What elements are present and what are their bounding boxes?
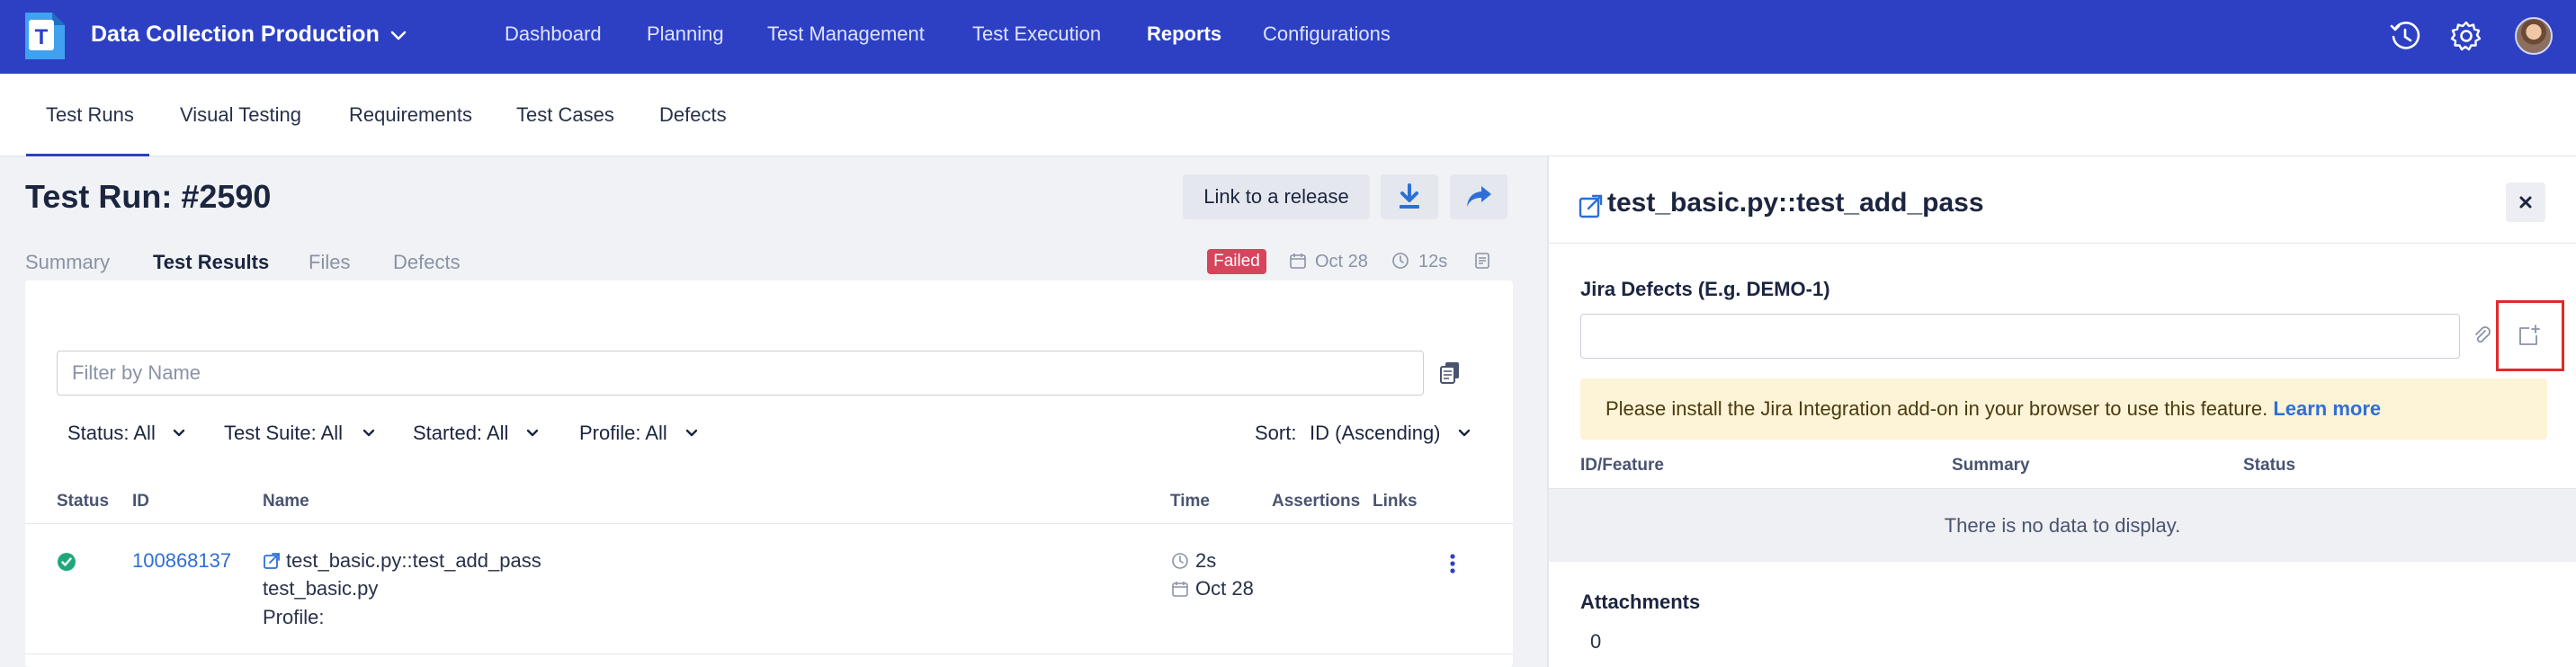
sort-dropdown[interactable]: ID (Ascending) [1310, 419, 1441, 448]
nav-configurations[interactable]: Configurations [1263, 20, 1391, 49]
started-filter[interactable]: Started: All [413, 419, 508, 448]
nav-test-management[interactable]: Test Management [767, 20, 925, 49]
project-name[interactable]: Data Collection Production [91, 20, 380, 49]
result-name[interactable]: test_basic.py::test_add_pass [286, 547, 541, 574]
clock-icon [1172, 553, 1188, 569]
tab-test-runs[interactable]: Test Runs [46, 101, 134, 129]
share-icon [1467, 186, 1491, 207]
detail-title: test_basic.py::test_add_pass [1607, 188, 1984, 218]
divider [1549, 243, 2576, 244]
gear-icon[interactable] [2449, 19, 2483, 53]
share-button[interactable] [1450, 174, 1507, 219]
column-header-name[interactable]: Name [263, 490, 309, 513]
jira-defects-label: Jira Defects (E.g. DEMO-1) [1580, 278, 1830, 300]
empty-state: There is no data to display. [1549, 488, 2576, 562]
column-header-links[interactable]: Links [1373, 490, 1418, 513]
calendar-icon [1290, 253, 1306, 269]
close-button[interactable] [2506, 182, 2545, 222]
tab-visual-testing[interactable]: Visual Testing [180, 101, 301, 129]
jira-addon-warning: Please install the Jira Integration add-… [1580, 378, 2547, 440]
download-icon [1400, 183, 1419, 209]
external-link-icon[interactable] [263, 552, 281, 570]
history-icon[interactable] [2388, 19, 2422, 53]
run-duration: 12s [1418, 252, 1448, 271]
nav-dashboard[interactable]: Dashboard [505, 20, 602, 49]
result-id-link[interactable]: 100868137 [132, 547, 231, 574]
copy-icon[interactable] [1437, 360, 1462, 385]
attachments-label: Attachments [1580, 591, 1701, 613]
learn-more-link[interactable]: Learn more [2273, 397, 2381, 420]
column-header-assertions[interactable]: Assertions [1272, 490, 1360, 513]
status-filter[interactable]: Status: All [67, 419, 156, 448]
more-options-icon[interactable] [1446, 551, 1459, 576]
svg-text:T: T [35, 25, 49, 49]
tab-requirements[interactable]: Requirements [349, 101, 472, 129]
nav-reports[interactable]: Reports [1147, 20, 1221, 49]
download-button[interactable] [1381, 174, 1438, 219]
chevron-down-icon[interactable] [172, 426, 186, 440]
test-suite-filter[interactable]: Test Suite: All [224, 419, 343, 448]
external-link-icon[interactable] [1579, 193, 1604, 218]
jira-defects-input[interactable] [1580, 314, 2460, 359]
divider [25, 523, 1513, 524]
tab-test-results[interactable]: Test Results [153, 248, 269, 277]
result-date: Oct 28 [1195, 577, 1254, 600]
calendar-icon [1172, 582, 1188, 597]
profile-filter[interactable]: Profile: All [579, 419, 667, 448]
paperclip-icon[interactable] [2472, 325, 2493, 347]
tab-summary[interactable]: Summary [25, 248, 110, 277]
chevron-down-icon[interactable] [362, 426, 376, 440]
column-header-id[interactable]: ID [132, 490, 149, 513]
tab-test-cases[interactable]: Test Cases [516, 101, 614, 129]
filter-by-name-input[interactable] [57, 351, 1424, 396]
chevron-down-icon[interactable] [684, 426, 699, 440]
tab-run-defects[interactable]: Defects [393, 248, 461, 277]
close-icon [2519, 196, 2532, 209]
result-profile: Profile: [263, 606, 325, 628]
top-bar: T Data Collection Production Dashboard P… [0, 0, 2576, 74]
link-to-release-button[interactable]: Link to a release [1183, 174, 1370, 219]
warning-text: Please install the Jira Integration add-… [1606, 397, 2268, 420]
column-header-id-feature: ID/Feature [1580, 456, 1664, 475]
status-badge: Failed [1207, 249, 1266, 274]
nav-planning[interactable]: Planning [647, 20, 724, 49]
column-header-summary: Summary [1952, 456, 2030, 475]
passed-status-icon [58, 553, 76, 571]
nav-test-execution[interactable]: Test Execution [972, 20, 1101, 49]
chevron-down-icon[interactable] [525, 426, 540, 440]
clock-icon [1392, 253, 1409, 269]
tab-defects[interactable]: Defects [659, 101, 727, 129]
sort-label: Sort: [1255, 422, 1297, 444]
tab-files[interactable]: Files [309, 248, 350, 277]
chevron-down-icon[interactable] [389, 25, 408, 45]
chevron-down-icon[interactable] [1457, 426, 1471, 440]
page-title: Test Run: #2590 [25, 178, 272, 215]
active-tab-indicator [26, 154, 149, 156]
result-time: 2s [1195, 549, 1217, 572]
column-header-status[interactable]: Status [57, 490, 109, 513]
attachments-count: 0 [1590, 630, 1602, 653]
app-logo[interactable]: T [25, 13, 65, 59]
avatar[interactable] [2515, 17, 2553, 55]
results-card [25, 280, 1513, 667]
column-header-status: Status [2243, 456, 2296, 475]
run-date: Oct 28 [1315, 252, 1368, 271]
add-note-icon[interactable] [2516, 324, 2541, 349]
document-icon[interactable] [1473, 252, 1491, 270]
column-header-time[interactable]: Time [1170, 490, 1210, 513]
result-suite: test_basic.py [263, 577, 379, 600]
